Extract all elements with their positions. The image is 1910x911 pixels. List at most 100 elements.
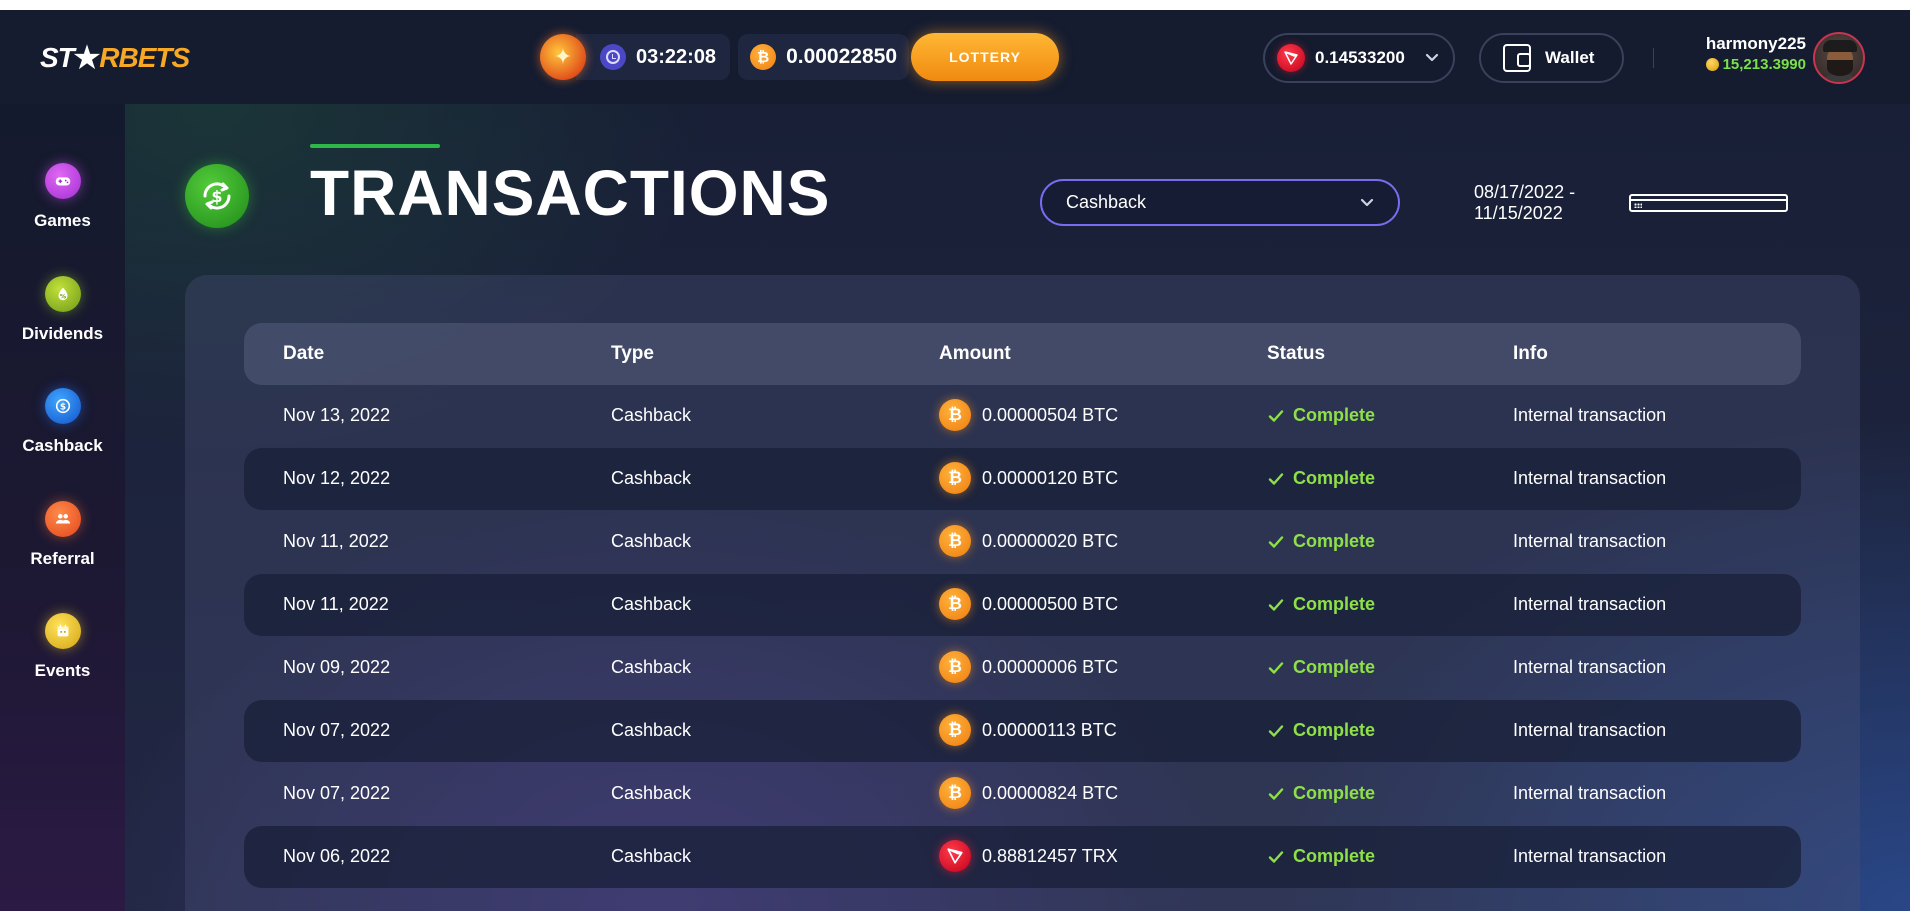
status-text: Complete — [1293, 531, 1376, 551]
events-icon — [44, 613, 81, 649]
sidebar-item-cashback[interactable]: $ Cashback — [0, 388, 125, 456]
checkmark-icon — [1268, 661, 1284, 674]
bitcoin-icon: ₿ — [939, 462, 971, 494]
amount-text: 0.00000504 BTC — [982, 404, 1119, 425]
bitcoin-icon: ₿ — [939, 399, 971, 431]
sidebar-item-games[interactable]: Games — [0, 163, 125, 231]
cell-amount: ₿ 0.00000020 BTC — [939, 525, 1118, 557]
bitcoin-icon: ₿ — [939, 777, 971, 809]
checkmark-icon — [1268, 787, 1284, 800]
cell-type: Cashback — [611, 531, 692, 551]
column-header-type[interactable]: Type — [611, 343, 654, 365]
sidebar-item-label: Games — [34, 211, 91, 230]
logo-text-part3: BETS — [118, 42, 191, 73]
cell-info: Internal transaction — [1513, 846, 1667, 866]
user-info[interactable]: harmony225 15,213.3990 — [1680, 34, 1806, 73]
table-row[interactable]: Nov 11, 2022 Cashback ₿ 0.00000020 BTC C… — [244, 511, 1801, 573]
app-window: ST ★ R BETS ✦ 03:22:08 ₿ 0.00022850 LOTTERY… — [0, 10, 1910, 911]
chevron-down-icon — [1425, 53, 1439, 62]
cell-info: Internal transaction — [1513, 657, 1667, 677]
cell-status: Complete — [1267, 531, 1375, 552]
table-header: Date Type Amount Status Info — [244, 323, 1801, 385]
sidebar-item-label: Referral — [30, 549, 95, 568]
cashback-exchange-icon: $ — [185, 164, 249, 228]
date-range-picker[interactable]: 08/17/2022 - 11/15/2022 — [1450, 179, 1810, 226]
sidebar-item-referral[interactable]: Referral — [0, 501, 125, 569]
transactions-table: Date Type Amount Status Info Nov 13, 202… — [185, 275, 1860, 911]
cell-type: Cashback — [611, 594, 692, 614]
title-accent-bar — [310, 144, 440, 148]
status-text: Complete — [1293, 468, 1376, 488]
header-divider — [1653, 48, 1654, 68]
cell-type: Cashback — [611, 657, 692, 677]
transaction-type-select[interactable]: Cashback — [1040, 179, 1400, 226]
avatar[interactable] — [1813, 32, 1865, 84]
cell-status: Complete — [1267, 657, 1375, 678]
checkmark-icon — [1268, 535, 1284, 548]
table-row[interactable]: Nov 12, 2022 Cashback ₿ 0.00000120 BTC C… — [244, 448, 1801, 510]
lottery-emblem-icon[interactable]: ✦ — [540, 34, 586, 80]
timer-text: 03:22:08 — [636, 45, 717, 68]
sidebar-item-label: Events — [34, 661, 91, 680]
cell-type: Cashback — [611, 783, 692, 803]
logo-text-part1: ST — [40, 42, 75, 73]
user-coins: 15,213.3990 — [1680, 56, 1806, 73]
checkmark-icon — [1268, 409, 1284, 422]
checkmark-icon — [1268, 598, 1284, 611]
cell-info: Internal transaction — [1513, 405, 1667, 425]
status-text: Complete — [1293, 594, 1376, 614]
cell-type: Cashback — [611, 405, 692, 425]
svg-text:%: % — [59, 294, 66, 301]
dividends-icon: % — [44, 276, 81, 312]
wallet-icon — [1503, 44, 1531, 72]
cell-date: Nov 06, 2022 — [283, 846, 391, 866]
top-bar: ST ★ R BETS ✦ 03:22:08 ₿ 0.00022850 LOTTERY… — [0, 10, 1910, 104]
btc-balance-text: 0.00022850 — [786, 45, 898, 68]
lottery-widget: ✦ 03:22:08 ₿ 0.00022850 LOTTERY — [540, 33, 1060, 81]
table-row[interactable]: Nov 13, 2022 Cashback ₿ 0.00000504 BTC C… — [244, 385, 1801, 447]
sidebar-item-events[interactable]: Events — [0, 613, 125, 681]
status-text: Complete — [1293, 783, 1376, 803]
user-coins-value: 15,213.3990 — [1722, 56, 1806, 73]
amount-text: 0.00000824 BTC — [982, 782, 1119, 803]
cell-date: Nov 11, 2022 — [283, 531, 389, 551]
table-row[interactable]: Nov 07, 2022 Cashback ₿ 0.00000113 BTC C… — [244, 700, 1801, 762]
cell-date: Nov 12, 2022 — [283, 468, 391, 488]
bitcoin-icon: ₿ — [939, 588, 971, 620]
table-row[interactable]: Nov 07, 2022 Cashback ₿ 0.00000824 BTC C… — [244, 763, 1801, 825]
column-header-info[interactable]: Info — [1513, 343, 1548, 365]
cell-status: Complete — [1267, 783, 1375, 804]
column-header-status[interactable]: Status — [1267, 343, 1325, 365]
table-row[interactable]: Nov 11, 2022 Cashback ₿ 0.00000500 BTC C… — [244, 574, 1801, 636]
checkmark-icon — [1268, 472, 1284, 485]
cell-type: Cashback — [611, 468, 692, 488]
currency-selector[interactable]: 0.14533200 — [1263, 33, 1455, 83]
cell-status: Complete — [1267, 720, 1375, 741]
bitcoin-icon: ₿ — [939, 525, 971, 557]
btc-balance: ₿ 0.00022850 — [738, 34, 910, 80]
cell-status: Complete — [1267, 594, 1375, 615]
checkmark-icon — [1268, 850, 1284, 863]
amount-text: 0.00000113 BTC — [982, 719, 1117, 740]
column-header-date[interactable]: Date — [283, 343, 324, 365]
wallet-button[interactable]: Wallet — [1479, 33, 1624, 83]
starbets-logo[interactable]: ST ★ R BETS — [40, 39, 191, 77]
amount-text: 0.00000500 BTC — [982, 593, 1119, 614]
status-text: Complete — [1293, 720, 1376, 740]
cell-info: Internal transaction — [1513, 468, 1667, 488]
cell-status: Complete — [1267, 846, 1375, 867]
bitcoin-icon: ₿ — [939, 714, 971, 746]
table-row[interactable]: Nov 09, 2022 Cashback ₿ 0.00000006 BTC C… — [244, 637, 1801, 699]
cell-amount: ₿ 0.00000500 BTC — [939, 588, 1118, 620]
calendar-icon[interactable] — [1629, 193, 1788, 212]
cell-amount: 0.88812457 TRX — [939, 840, 1118, 872]
table-row[interactable]: Nov 06, 2022 Cashback 0.88812457 TRX Com… — [244, 826, 1801, 888]
gold-coin-icon — [1705, 58, 1719, 71]
lottery-button[interactable]: LOTTERY — [911, 33, 1060, 81]
cell-info: Internal transaction — [1513, 531, 1667, 551]
column-header-amount[interactable]: Amount — [939, 343, 1011, 365]
svg-text:$: $ — [59, 403, 65, 413]
sidebar-item-dividends[interactable]: % Dividends — [0, 276, 125, 344]
cell-type: Cashback — [611, 720, 692, 740]
currency-value: 0.14533200 — [1315, 48, 1405, 67]
